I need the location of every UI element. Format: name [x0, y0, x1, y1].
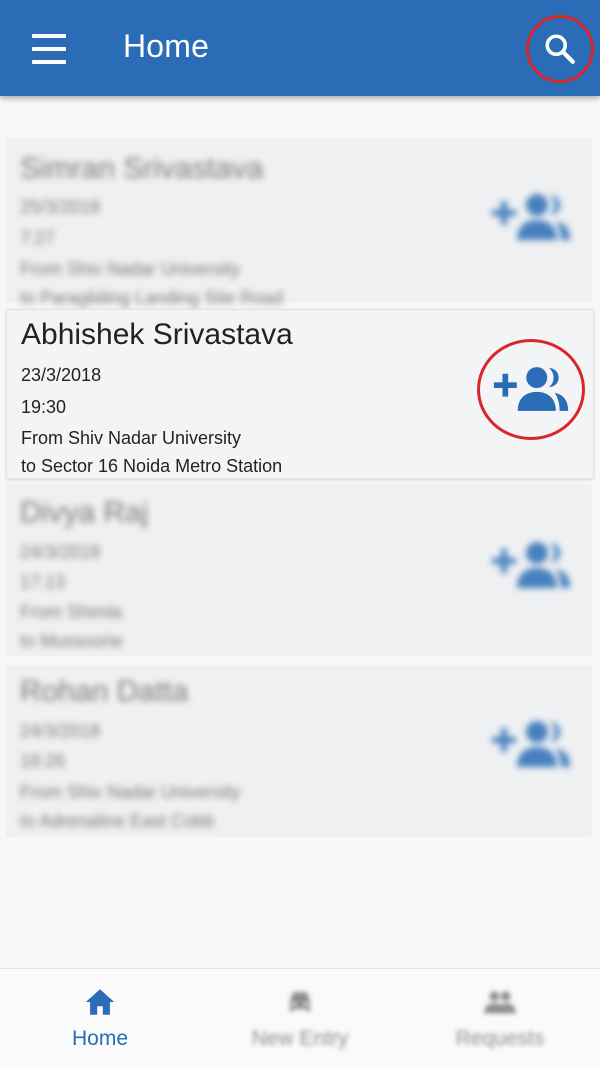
nav-label: Requests — [455, 1027, 545, 1050]
nav-tab-new-entry[interactable]: New Entry — [200, 969, 400, 1068]
app-bar: Home — [0, 0, 600, 96]
search-icon — [545, 34, 575, 64]
rider-name: Rohan Datta — [20, 675, 189, 708]
ride-origin: From Shiv Nadar University — [20, 782, 241, 802]
ride-card-selected[interactable]: Abhishek Srivastava 23/3/2018 19:30 From… — [6, 309, 594, 479]
page-title: Home — [123, 28, 210, 64]
nav-label: Home — [71, 1027, 129, 1050]
ride-card[interactable]: Simran Srivastava 25/3/2018 7:27 From Sh… — [6, 138, 592, 308]
rider-name: Simran Srivastava — [20, 152, 264, 185]
ride-destination: to Sector 16 Noida Metro Station — [21, 456, 283, 476]
nav-tab-home[interactable]: Home — [0, 969, 200, 1068]
ride-time: 19:30 — [21, 397, 67, 417]
add-group-icon[interactable] — [490, 536, 574, 594]
nav-label: New Entry — [251, 1027, 349, 1050]
home-icon — [85, 989, 115, 1015]
car-icon — [290, 992, 310, 1012]
search-button[interactable] — [526, 15, 594, 83]
ride-time: 7:27 — [20, 228, 56, 248]
ride-date: 24/3/2018 — [20, 721, 101, 741]
people-icon — [484, 991, 516, 1014]
ride-destination: to Mussoorie — [20, 631, 124, 651]
ride-card[interactable]: Divya Raj 24/3/2018 17:13 From Shimla to… — [6, 484, 592, 656]
ride-time: 17:13 — [20, 572, 66, 592]
ride-destination: to Adrenaline East Cobb — [20, 811, 215, 831]
rider-name: Abhishek Srivastava — [21, 318, 293, 351]
add-group-icon — [493, 367, 569, 411]
ride-origin: From Shiv Nadar University — [21, 428, 242, 448]
ride-card[interactable]: Rohan Datta 24/3/2018 18:26 From Shiv Na… — [6, 665, 592, 837]
join-ride-button[interactable] — [477, 339, 585, 440]
ride-time: 18:26 — [20, 751, 66, 771]
ride-destination: to Paragliding Landing Site Road — [20, 288, 284, 308]
ride-date: 25/3/2018 — [20, 197, 101, 217]
nav-tab-requests[interactable]: Requests — [400, 969, 600, 1068]
bottom-navigation: Home New Entry Requests — [0, 968, 600, 1068]
add-group-icon[interactable] — [490, 188, 574, 246]
rider-name: Divya Raj — [20, 496, 149, 529]
ride-date: 23/3/2018 — [21, 365, 102, 385]
add-group-icon[interactable] — [490, 715, 574, 773]
ride-origin: From Shiv Nadar University — [20, 259, 241, 279]
hamburger-menu-icon[interactable] — [32, 34, 66, 64]
ride-origin: From Shimla — [20, 602, 123, 622]
ride-date: 24/3/2018 — [20, 542, 101, 562]
